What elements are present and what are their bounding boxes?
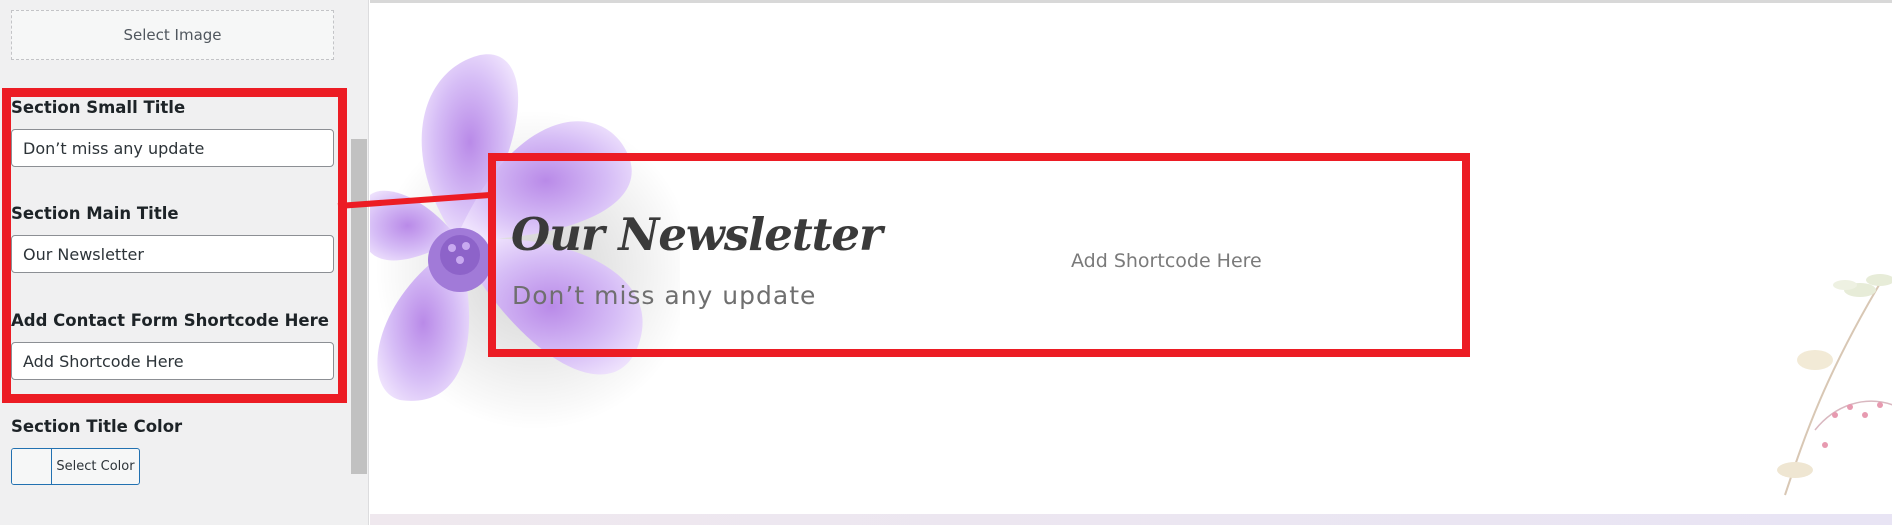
newsletter-subtitle: Don’t miss any update	[512, 281, 817, 310]
customizer-panel: Select Image Section Small Title Don’t m…	[0, 0, 369, 525]
site-preview: Our Newsletter Don’t miss any update Add…	[370, 0, 1892, 525]
panel-scrollbar[interactable]	[351, 139, 367, 474]
select-color-label: Select Color	[56, 459, 135, 474]
preview-top-border	[370, 0, 1892, 3]
color-swatch	[12, 449, 52, 484]
annotation-highlight-fields	[2, 88, 347, 403]
shortcode-placeholder: Add Shortcode Here	[1071, 250, 1262, 272]
twig-illustration	[1777, 274, 1892, 496]
preview-bottom-band	[370, 514, 1892, 525]
newsletter-title: Our Newsletter	[511, 208, 883, 261]
select-color-button[interactable]: Select Color	[11, 448, 140, 485]
select-image-button[interactable]: Select Image	[11, 10, 334, 60]
title-color-label: Section Title Color	[11, 417, 183, 436]
